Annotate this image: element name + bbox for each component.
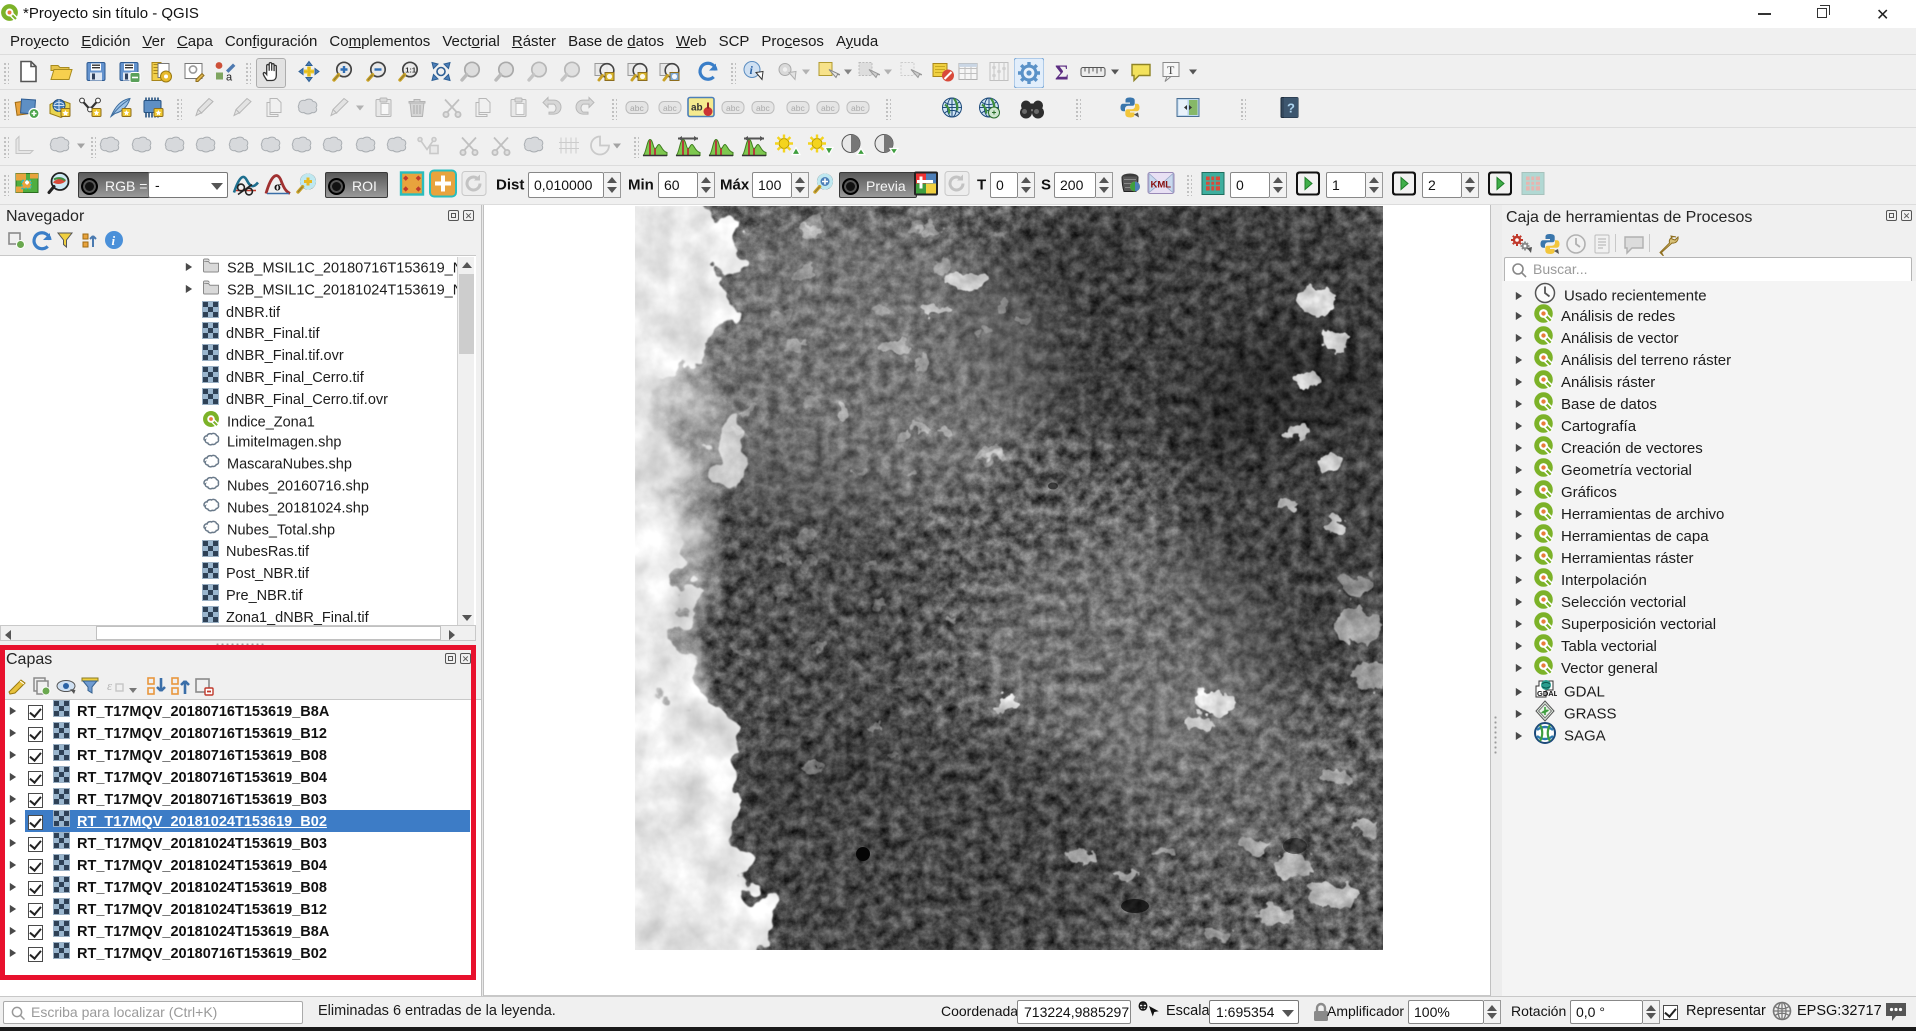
svg-text:abc: abc: [726, 103, 740, 113]
svg-text:abc: abc: [791, 103, 805, 113]
svg-text:1:1: 1:1: [405, 65, 416, 74]
svg-text:ab: ab: [691, 102, 703, 113]
svg-text:T: T: [1167, 63, 1175, 77]
svg-text:abc: abc: [821, 103, 835, 113]
svg-text:?: ?: [1287, 100, 1295, 115]
svg-text:abc: abc: [663, 103, 677, 113]
svg-text:abc: abc: [630, 103, 644, 113]
svg-text:a: a: [226, 71, 233, 83]
svg-text:KML: KML: [1151, 180, 1172, 191]
svg-text:σ: σ: [274, 179, 281, 194]
svg-text:Σ: Σ: [1055, 60, 1069, 83]
svg-text:GDAL: GDAL: [1537, 689, 1557, 698]
svg-text:abc: abc: [851, 103, 865, 113]
svg-text:abc: abc: [756, 103, 770, 113]
svg-text:i: i: [112, 233, 116, 248]
